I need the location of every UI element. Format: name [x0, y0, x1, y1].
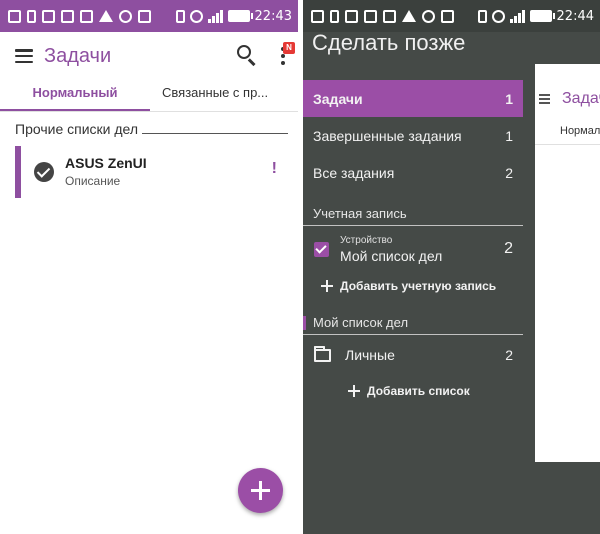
tab-bar: Нормальный Связанные с пр...	[0, 80, 298, 112]
add-account-label: Добавить учетную запись	[340, 279, 497, 293]
add-account-button[interactable]: Добавить учетную запись	[303, 272, 523, 300]
checkbox-icon[interactable]	[314, 241, 329, 257]
background-screen: Задачи Нормальный	[535, 64, 600, 462]
battery-icon	[227, 10, 253, 22]
background-divider	[535, 144, 600, 145]
warning-icon	[99, 10, 113, 22]
nav-item-label: Все задания	[313, 164, 395, 181]
nav-item-all[interactable]: Все задания 2	[303, 154, 523, 191]
system-icons: 22:43	[175, 8, 298, 24]
vibrate-icon	[477, 9, 487, 23]
new-badge: N	[283, 42, 295, 54]
vibrate-icon	[175, 9, 185, 23]
app-notification-icon	[8, 9, 21, 23]
nav-item-label: Задачи	[313, 90, 363, 107]
image-icon	[61, 9, 74, 23]
drawer-screen: 22:44 Сделать позже Задачи Нормальный За…	[303, 0, 600, 534]
navigation-drawer: Задачи 1 Завершенные задания 1 Все задан…	[303, 80, 523, 405]
wifi-icon	[491, 9, 505, 23]
task-description: Описание	[65, 174, 121, 188]
menu-icon	[539, 94, 550, 104]
drawer-title: Сделать позже	[312, 30, 466, 55]
gallery-icon	[42, 9, 55, 23]
nav-item-count: 2	[505, 164, 513, 181]
tasks-screen: 22:43 Задачи N Нормальный Связанные с пр…	[0, 0, 298, 534]
more-options-icon[interactable]: N	[276, 42, 295, 69]
account-count: 2	[504, 240, 513, 257]
list-section-title: Мой список дел	[303, 308, 523, 334]
plus-icon	[321, 280, 333, 292]
sync-icon	[119, 9, 132, 23]
status-bar: 22:43	[0, 0, 298, 32]
page-title: Задачи	[44, 44, 112, 67]
section-divider	[142, 133, 288, 134]
account-section-title: Учетная запись	[313, 206, 407, 221]
add-list-button[interactable]: Добавить список	[303, 377, 523, 405]
battery-saver-icon	[330, 9, 339, 23]
shopping-bag-icon	[138, 9, 151, 23]
wifi-icon	[189, 9, 203, 23]
add-task-button[interactable]	[238, 468, 283, 513]
app-bar: Задачи N	[0, 32, 298, 80]
account-type: Устройство	[340, 234, 393, 246]
account-name: Мой список дел	[340, 247, 443, 264]
account-text: Устройство Мой список дел	[340, 235, 504, 264]
search-icon[interactable]	[234, 43, 260, 69]
nav-item-label: Завершенные задания	[313, 127, 462, 144]
app-notification-icon	[311, 9, 324, 23]
checkmark-icon[interactable]	[34, 162, 54, 182]
sync-icon	[422, 9, 435, 23]
notification-icons	[0, 9, 176, 23]
menu-icon[interactable]	[15, 49, 33, 63]
warning-icon	[402, 10, 416, 22]
mail-icon	[80, 9, 93, 23]
nav-item-completed[interactable]: Завершенные задания 1	[303, 117, 523, 154]
list-item-personal[interactable]: Личные 2	[303, 335, 523, 375]
list-name: Личные	[345, 347, 395, 363]
status-time: 22:43	[254, 8, 292, 24]
task-title: ASUS ZenUI	[65, 155, 147, 171]
tab-normal[interactable]: Нормальный	[0, 80, 150, 111]
nav-item-count: 1	[505, 90, 513, 107]
folder-icon	[314, 345, 331, 362]
signal-icon	[509, 9, 525, 23]
battery-saver-icon	[27, 9, 36, 23]
list-count: 2	[505, 347, 513, 363]
task-item[interactable]: ASUS ZenUI Описание !	[15, 146, 285, 198]
nav-item-count: 1	[505, 127, 513, 144]
plus-icon	[348, 385, 360, 397]
task-accent-bar	[15, 146, 21, 198]
section-divider	[303, 334, 523, 335]
priority-icon: !	[271, 160, 277, 177]
task-text: ASUS ZenUI Описание	[65, 155, 272, 188]
add-list-label: Добавить список	[367, 384, 470, 398]
account-item[interactable]: Устройство Мой список дел 2	[303, 226, 523, 272]
section-title: Прочие списки дел	[15, 121, 139, 137]
screenshot-pair: 22:43 Задачи N Нормальный Связанные с пр…	[0, 0, 600, 534]
gallery-icon	[345, 9, 358, 23]
signal-icon	[207, 9, 223, 23]
battery-icon	[529, 10, 555, 22]
nav-item-tasks[interactable]: Задачи 1	[303, 80, 523, 117]
section-header: Прочие списки дел	[15, 121, 288, 137]
status-bar: 22:44	[303, 0, 600, 32]
shopping-bag-icon	[441, 9, 454, 23]
notification-icons	[303, 9, 478, 23]
image-icon	[364, 9, 377, 23]
mail-icon	[383, 9, 396, 23]
background-tab: Нормальный	[560, 125, 600, 137]
background-title: Задачи	[562, 90, 600, 107]
system-icons: 22:44	[477, 8, 600, 24]
tab-related[interactable]: Связанные с пр...	[150, 80, 286, 111]
status-time: 22:44	[556, 8, 594, 24]
